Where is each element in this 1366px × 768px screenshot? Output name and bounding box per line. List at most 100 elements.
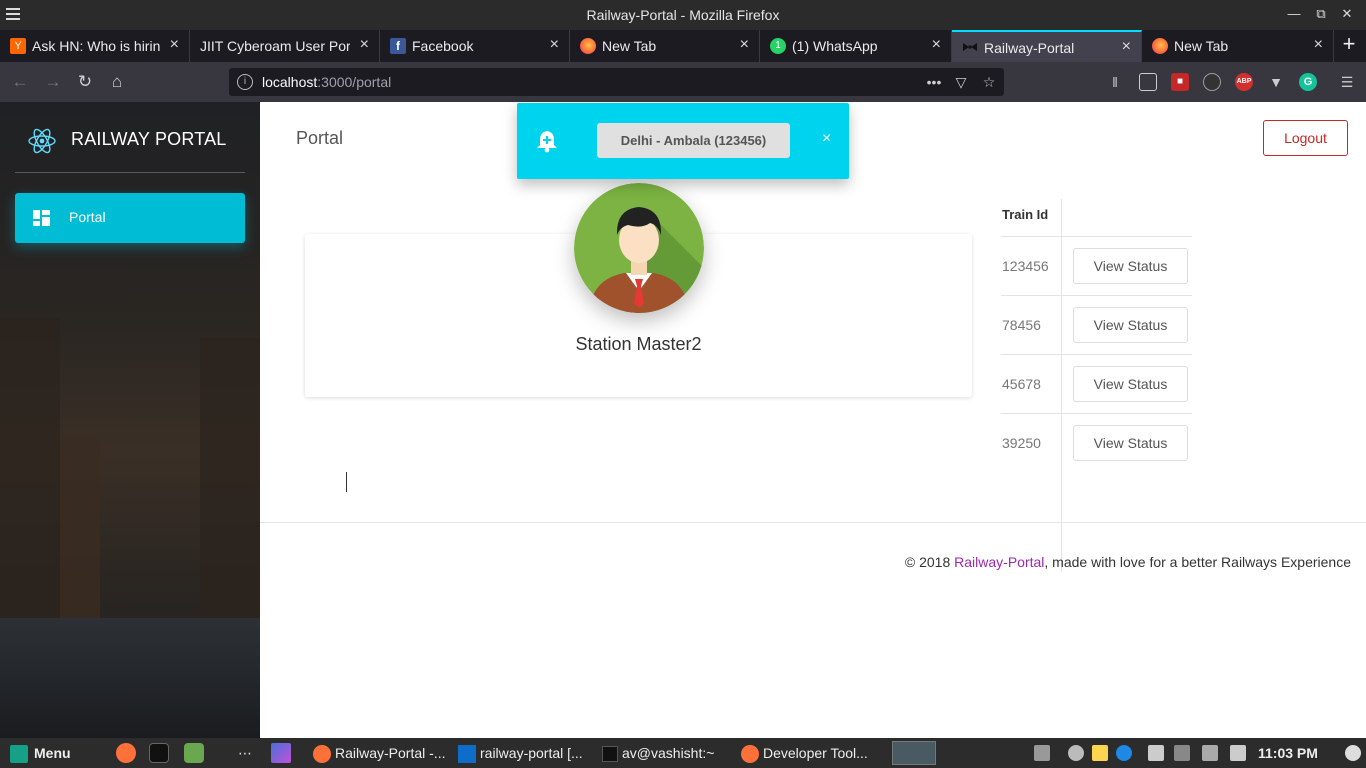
facebook-icon: f [390, 38, 406, 54]
close-tab-icon[interactable]: × [1314, 36, 1323, 54]
extension-red-icon[interactable]: ■ [1171, 73, 1189, 91]
start-menu-button[interactable]: Menu [10, 738, 80, 768]
display-icon[interactable] [1034, 745, 1050, 761]
view-status-button[interactable]: View Status [1073, 366, 1188, 402]
tab-whatsapp[interactable]: 1 (1) WhatsApp × [760, 30, 952, 62]
new-tab-button[interactable]: + [1338, 33, 1360, 56]
tab-label: New Tab [1174, 38, 1229, 54]
network-icon[interactable] [1148, 745, 1164, 761]
tab-cyberoam[interactable]: JIIT Cyberoam User Port × [190, 30, 380, 62]
close-tab-icon[interactable]: × [360, 36, 369, 54]
table-row: 78456 View Status [1001, 296, 1192, 355]
taskbar-app-devtools[interactable]: Developer Tool... [741, 738, 886, 768]
sidebar-toggle-icon[interactable] [1139, 73, 1157, 91]
tab-label: Railway-Portal [984, 40, 1075, 56]
y-combinator-icon: Y [10, 38, 26, 54]
home-icon[interactable]: ⌂ [106, 71, 128, 93]
tab-ask-hn[interactable]: Y Ask HN: Who is hiring × [0, 30, 190, 62]
taskbar-app-label: railway-portal [... [480, 745, 583, 761]
bluetooth-icon[interactable] [1116, 745, 1132, 761]
table-row: 123456 View Status [1001, 237, 1192, 296]
settings-gear-icon[interactable] [1068, 745, 1084, 761]
bell-plus-icon [537, 131, 557, 153]
close-tab-icon[interactable]: × [740, 36, 749, 54]
close-window-icon[interactable]: ✕ [1337, 6, 1357, 22]
terminal-launcher-icon[interactable] [149, 743, 169, 763]
maximize-icon[interactable]: ⧉ [1311, 6, 1331, 22]
site-info-icon[interactable]: i [237, 74, 253, 90]
page-actions-icon[interactable]: ••• [924, 72, 944, 92]
view-status-button[interactable]: View Status [1073, 307, 1188, 343]
bookmark-star-icon[interactable]: ☆ [979, 72, 999, 92]
background-water [0, 618, 260, 738]
dashboard-icon [33, 210, 51, 226]
taskbar-app-label: av@vashisht:~ [622, 745, 715, 761]
tab-label: JIIT Cyberoam User Port [200, 38, 350, 54]
minimize-icon[interactable]: — [1284, 6, 1304, 21]
column-header-train-id: Train Id [1002, 207, 1049, 222]
sidebar: RAILWAY PORTAL Portal [0, 102, 260, 738]
train-id: 39250 [1002, 435, 1041, 451]
taskbar-app-terminal[interactable]: av@vashisht:~ [602, 738, 737, 768]
clipboard-icon[interactable] [1092, 745, 1108, 761]
tab-railway-portal[interactable]: Railway-Portal × [952, 30, 1142, 62]
taskbar-app-webstorm[interactable]: railway-portal [... [458, 738, 598, 768]
more-icon[interactable]: ⋯ [238, 738, 258, 768]
app-launcher-icon[interactable] [271, 743, 291, 763]
close-tab-icon[interactable]: × [170, 36, 179, 54]
window-title: Railway-Portal - Mozilla Firefox [586, 7, 780, 23]
grammarly-icon[interactable]: G [1299, 73, 1317, 91]
url-bar[interactable]: i localhost:3000/portal ••• ▽ ☆ [229, 68, 1004, 96]
url-text: localhost:3000/portal [262, 74, 392, 90]
volume-icon[interactable] [1174, 745, 1190, 761]
webstorm-icon [458, 745, 476, 764]
navigation-toolbar: ← → ↻ ⌂ i localhost:3000/portal ••• ▽ ☆ … [0, 62, 1366, 102]
tab-facebook[interactable]: f Facebook × [380, 30, 570, 62]
close-icon[interactable]: × [822, 130, 831, 148]
tab-new-tab[interactable]: New Tab × [570, 30, 760, 62]
logout-button[interactable]: Logout [1263, 120, 1348, 156]
tab-label: Facebook [412, 38, 474, 54]
close-tab-icon[interactable]: × [1122, 38, 1131, 56]
view-status-button[interactable]: View Status [1073, 425, 1188, 461]
table-header: Train Id [1001, 199, 1192, 237]
firefox-icon [313, 745, 331, 764]
tab-label: (1) WhatsApp [792, 38, 878, 54]
vimium-icon[interactable]: ▼ [1267, 73, 1285, 91]
forward-arrow-icon[interactable]: → [42, 71, 64, 93]
firefox-launcher-icon[interactable] [116, 743, 136, 763]
files-launcher-icon[interactable] [184, 743, 204, 763]
train-id: 123456 [1002, 258, 1049, 274]
footer-copyright: © 2018 [904, 554, 955, 570]
table-row: 45678 View Status [1001, 355, 1192, 414]
taskbar-app-firefox[interactable]: Railway-Portal -... [313, 738, 453, 768]
sidebar-item-portal[interactable]: Portal [15, 193, 245, 243]
footer-text: © 2018 Railway-Portal, made with love fo… [905, 554, 1351, 570]
notification-message[interactable]: Delhi - Ambala (123456) [597, 123, 790, 158]
menu-label: Menu [34, 745, 71, 761]
workspace-switcher[interactable] [892, 741, 936, 765]
footer-link[interactable]: Railway-Portal [954, 554, 1044, 570]
train-id: 78456 [1002, 317, 1041, 333]
app-menu-icon[interactable]: ☰ [1338, 73, 1356, 91]
station-master-name: Station Master2 [575, 334, 702, 354]
close-tab-icon[interactable]: × [932, 36, 941, 54]
battery-icon[interactable] [1202, 745, 1218, 761]
brand: RAILWAY PORTAL [15, 118, 245, 173]
table-row: 39250 View Status [1001, 414, 1192, 473]
keyboard-icon[interactable] [1230, 745, 1246, 761]
taskbar-app-label: Railway-Portal -... [335, 745, 446, 761]
clock[interactable]: 11:03 PM [1258, 738, 1338, 768]
back-arrow-icon[interactable]: ← [9, 71, 31, 93]
view-status-button[interactable]: View Status [1073, 248, 1188, 284]
close-tab-icon[interactable]: × [550, 36, 559, 54]
adblock-plus-icon[interactable]: ABP [1235, 73, 1253, 91]
library-icon[interactable]: ‖ [1106, 73, 1124, 91]
power-icon[interactable] [1345, 745, 1361, 761]
tab-label: Ask HN: Who is hiring [32, 38, 160, 54]
whatsapp-icon: 1 [770, 38, 786, 54]
pocket-icon[interactable]: ▽ [951, 72, 971, 92]
tab-new-tab-2[interactable]: New Tab × [1142, 30, 1334, 62]
extension-circle-icon[interactable] [1203, 73, 1221, 91]
reload-icon[interactable]: ↻ [74, 71, 96, 93]
